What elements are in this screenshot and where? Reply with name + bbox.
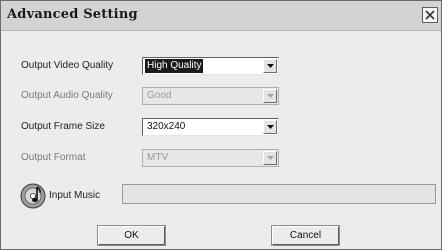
audio-quality-value: Good	[147, 90, 172, 101]
close-button[interactable]	[422, 7, 438, 23]
audio-quality-label: Output Audio Quality	[21, 90, 113, 101]
frame-size-label: Output Frame Size	[21, 121, 105, 132]
output-format-dropdown-button[interactable]	[263, 151, 277, 165]
frame-size-value: 320x240	[147, 121, 186, 132]
frame-size-select[interactable]: 320x240	[142, 118, 279, 136]
video-quality-dropdown-button[interactable]	[263, 59, 277, 73]
chevron-down-icon	[267, 94, 274, 98]
output-format-label: Output Format	[21, 152, 86, 163]
advanced-setting-dialog: Advanced Setting Output Video Quality Hi…	[0, 0, 442, 250]
video-quality-select[interactable]: High Quality	[142, 57, 279, 75]
close-icon	[425, 10, 435, 20]
video-quality-label: Output Video Quality	[21, 60, 114, 71]
output-format-select[interactable]: MTV	[142, 149, 279, 167]
video-quality-value: High Quality	[145, 59, 204, 73]
music-disc-icon[interactable]	[20, 183, 46, 209]
chevron-down-icon	[267, 64, 274, 68]
title-bar: Advanced Setting	[1, 1, 441, 31]
frame-size-dropdown-button[interactable]	[263, 120, 277, 134]
input-music-label: Input Music	[49, 190, 101, 201]
ok-button[interactable]: OK	[97, 225, 166, 246]
cancel-button[interactable]: Cancel	[271, 225, 340, 246]
output-format-value: MTV	[147, 152, 169, 163]
dialog-title: Advanced Setting	[7, 7, 138, 22]
input-music-field[interactable]	[122, 184, 436, 204]
audio-quality-dropdown-button[interactable]	[263, 89, 277, 103]
chevron-down-icon	[267, 156, 274, 160]
audio-quality-select[interactable]: Good	[142, 87, 279, 105]
chevron-down-icon	[267, 125, 274, 129]
